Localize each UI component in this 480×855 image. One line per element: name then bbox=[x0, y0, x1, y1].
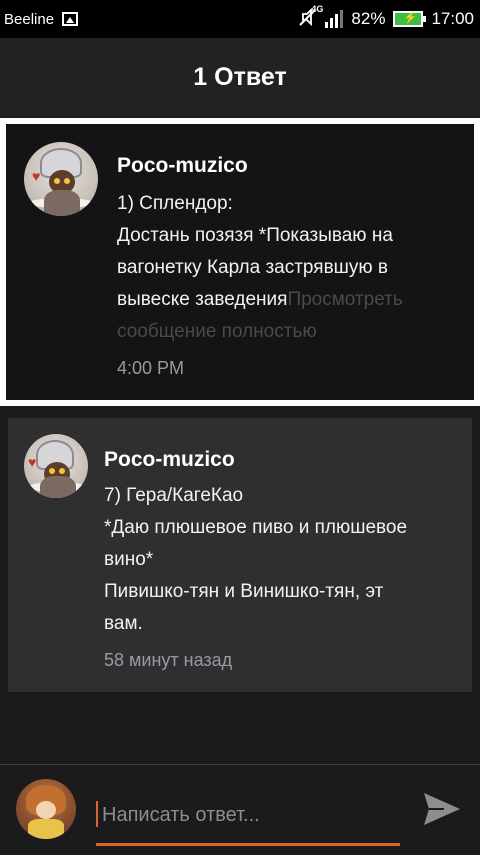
send-button[interactable] bbox=[420, 787, 464, 831]
reply-line: 1) Сплендор: bbox=[117, 193, 233, 214]
page-title: 1 Ответ bbox=[0, 38, 480, 116]
reply-line: Пивишко-тян и Винишко-тян, эт bbox=[104, 581, 384, 602]
reply-timestamp: 58 минут назад bbox=[104, 650, 233, 670]
status-bar: Beeline 4G 82% ⚡ 17:00 bbox=[0, 0, 480, 38]
signal-icon: 4G bbox=[311, 4, 344, 28]
network-type: 4G bbox=[311, 4, 324, 14]
battery-icon: ⚡ bbox=[393, 11, 427, 27]
reply-line: вывеске заведения bbox=[117, 289, 288, 310]
page-title-text: 1 Ответ bbox=[193, 62, 287, 91]
reply-card[interactable]: ♥ Poco-muzico 7) Гера/КагеКао *Даю плюше… bbox=[8, 418, 472, 692]
reply-line: вагонетку Карла застрявшую в bbox=[117, 257, 389, 278]
send-icon bbox=[424, 793, 460, 825]
reply-line: вино* bbox=[104, 549, 154, 570]
reply-text: 7) Гера/КагеКао *Даю плюшевое пиво и плю… bbox=[104, 480, 460, 640]
clock: 17:00 bbox=[431, 9, 474, 28]
reply-timestamp: 4:00 PM bbox=[117, 358, 185, 378]
reply-author[interactable]: Poco-muzico bbox=[117, 154, 248, 178]
reply-line: 7) Гера/КагеКао bbox=[104, 485, 244, 506]
my-avatar[interactable] bbox=[16, 779, 76, 839]
reply-composer bbox=[0, 764, 480, 855]
carrier-name: Beeline bbox=[4, 10, 55, 28]
gallery-icon bbox=[62, 12, 79, 26]
reply-text: 1) Сплендор: Достань позязя *Показываю н… bbox=[117, 188, 457, 348]
avatar[interactable]: ♥ bbox=[24, 434, 88, 498]
reply-input[interactable] bbox=[100, 799, 394, 831]
reply-line: вам. bbox=[104, 613, 143, 634]
reply-input-wrapper[interactable] bbox=[96, 791, 400, 846]
reply-line: Достань позязя *Показываю на bbox=[117, 225, 393, 246]
text-caret bbox=[96, 801, 98, 827]
view-full-message-link[interactable]: Просмотреть bbox=[287, 289, 402, 310]
avatar[interactable]: ♥ bbox=[24, 142, 98, 216]
reply-author[interactable]: Poco-muzico bbox=[104, 448, 235, 472]
battery-percent: 82% bbox=[351, 9, 386, 28]
view-full-message-link-cont[interactable]: сообщение полностью bbox=[117, 316, 457, 348]
reply-line: *Даю плюшевое пиво и плюшевое bbox=[104, 517, 408, 538]
reply-card-highlighted[interactable]: ♥ Poco-muzico 1) Сплендор: Достань позяз… bbox=[0, 118, 480, 406]
